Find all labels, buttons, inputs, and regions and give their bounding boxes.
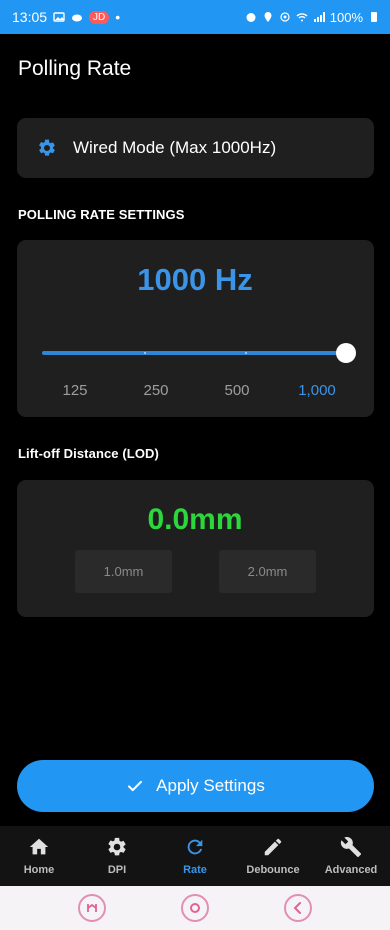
status-time: 13:05 [12,9,48,25]
polling-rate-value: 1000 Hz [137,262,253,297]
nav-label-dpi: DPI [107,864,127,876]
gear-icon [108,837,126,856]
slider-tick [144,352,146,354]
page-title: Polling Rate [18,57,132,80]
polling-rate-slider[interactable] [42,338,356,368]
checkmark-icon [128,780,143,792]
nav-label-advanced: Advanced [324,864,378,876]
hotspot-icon [280,12,290,22]
wrench-icon [340,837,362,858]
refresh-icon [187,839,203,855]
slider-track[interactable] [42,351,346,355]
weibo-icon [72,14,83,22]
lod-card [17,480,374,617]
gear-icon [39,139,55,156]
apply-settings-label: Apply Settings [156,776,265,795]
battery-percent: 100% [329,9,363,25]
image-icon [53,12,65,22]
lod-option-2mm-button[interactable]: 2.0mm [219,550,316,593]
tick-label-250: 250 [143,382,169,399]
wifi-icon [296,13,308,22]
home-button[interactable] [180,894,209,922]
lod-value: 0.0mm [147,503,243,536]
apply-settings-button[interactable]: Apply Settings [17,760,374,812]
notification-badge: JD [89,10,110,24]
nav-label-debounce: Debounce [246,864,300,876]
nav-item-advanced[interactable]: Advanced [312,826,390,886]
location-icon [264,12,272,22]
nav-item-home[interactable]: Home [0,826,78,886]
slider-tick [245,352,247,354]
tick-label-1000: 1,000 [298,382,336,399]
back-arrow-icon [293,902,302,914]
pencil-icon [264,838,282,856]
home-circle-icon [189,903,200,913]
nav-label-rate: Rate [183,864,207,876]
nav-item-rate[interactable]: Rate [156,826,234,886]
dot-icon: • [115,9,121,25]
connection-mode-card: Wired Mode (Max 1000Hz) [17,118,374,178]
signal-icon [313,12,325,22]
lod-option-1mm-button[interactable]: 1.0mm [75,550,172,593]
recents-button[interactable] [77,894,106,922]
nav-label-home: Home [23,864,55,876]
tick-label-125: 125 [62,382,88,399]
status-bar: 13:05 JD • 100% [0,0,390,34]
alarm-icon [246,13,256,22]
bottom-nav: Home DPI Rate Debounce Advanced [0,826,390,886]
back-button[interactable] [284,894,313,922]
nav-item-debounce[interactable]: Debounce [234,826,312,886]
battery-icon [371,12,377,22]
lod-section-title: Lift-off Distance (LOD) [18,446,159,461]
system-nav-bar [0,886,390,930]
connection-mode-label: Wired Mode (Max 1000Hz) [73,138,277,157]
slider-thumb[interactable] [336,343,356,363]
recents-icon [86,903,97,912]
polling-section-title: POLLING RATE SETTINGS [18,207,185,222]
home-icon [29,838,49,855]
tick-label-500: 500 [224,382,250,399]
nav-item-dpi[interactable]: DPI [78,826,156,886]
